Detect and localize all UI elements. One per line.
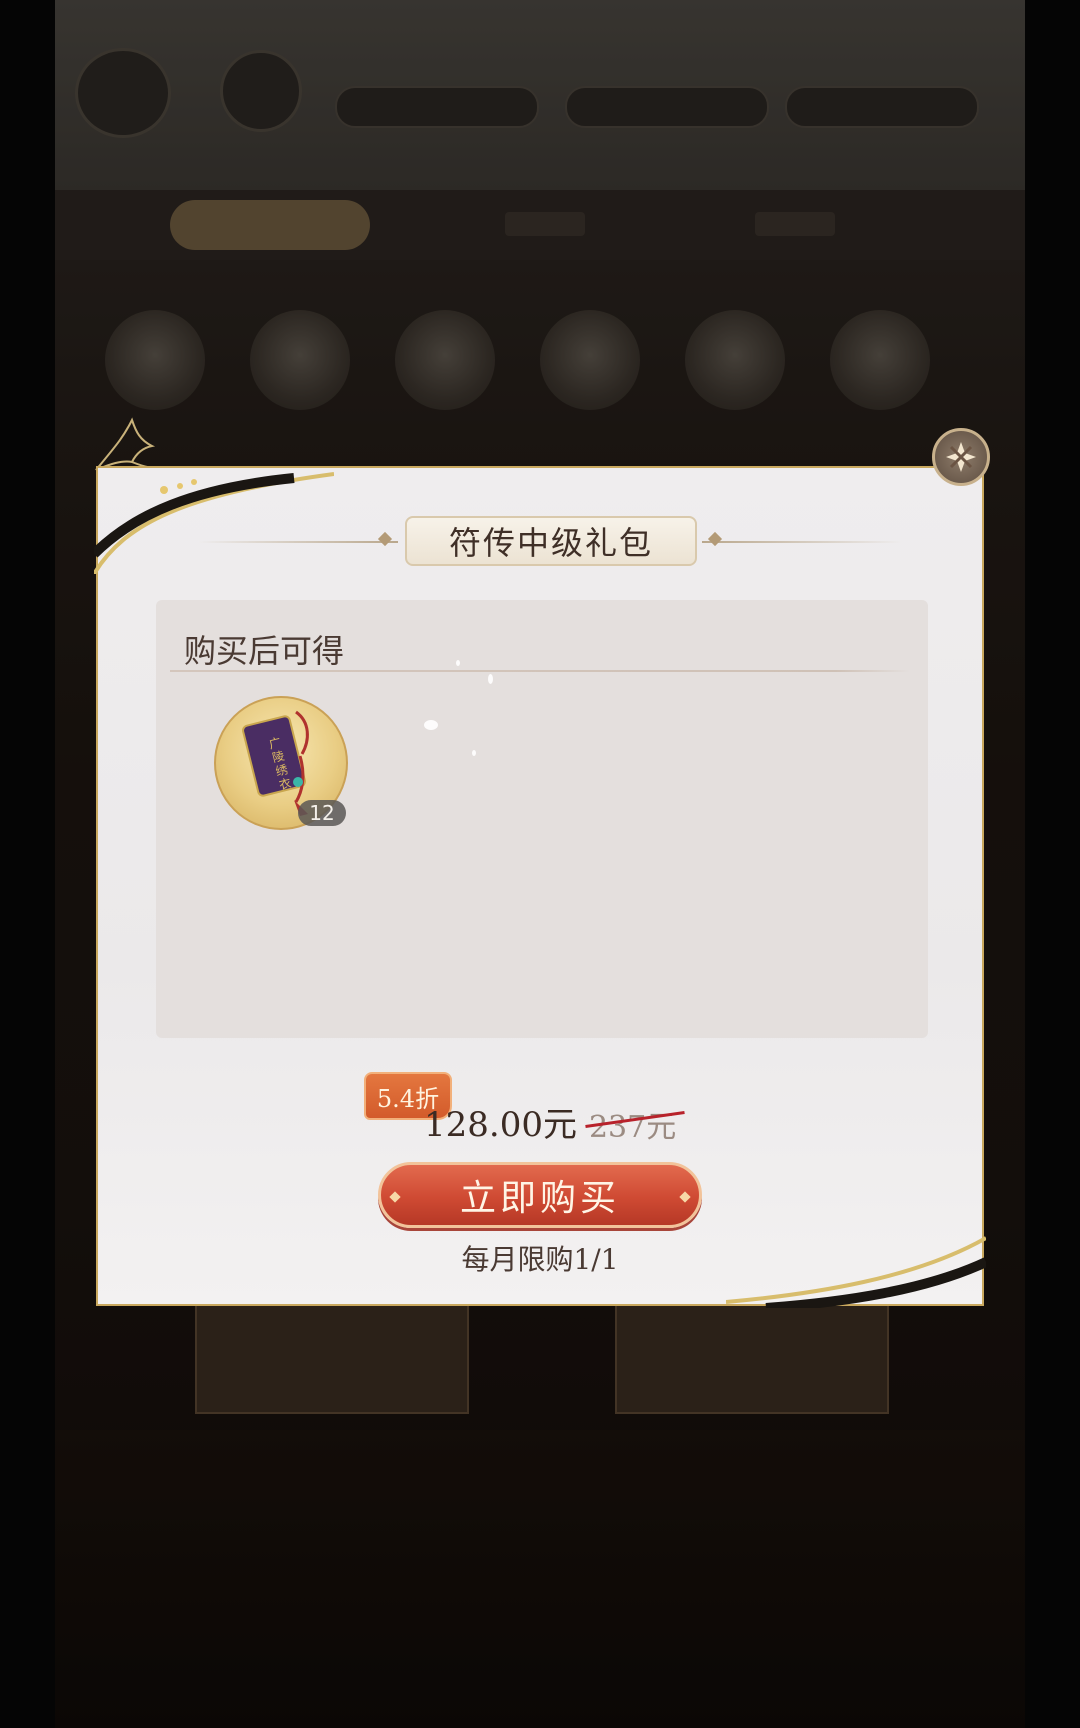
- sparkle-decoration: [456, 660, 460, 666]
- close-icon: [946, 442, 976, 472]
- dialog-title-area: 符传中级礼包: [98, 512, 982, 572]
- buy-now-button[interactable]: 立即购买: [378, 1162, 702, 1228]
- reward-heading: 购买后可得: [184, 632, 345, 670]
- gift-pack-dialog: 符传中级礼包 购买后可得 广 陵 绣 衣 12 5.4折 128.00元 237…: [94, 466, 986, 1308]
- item-count-badge: 12: [298, 800, 346, 826]
- sparkle-decoration: [424, 720, 438, 730]
- sparkle-decoration: [488, 674, 493, 684]
- price-row: 128.00元 237元: [424, 1102, 685, 1146]
- sparkle-decoration: [472, 750, 476, 756]
- screen: 符传中级礼包 购买后可得 广 陵 绣 衣 12 5.4折 128.00元 237…: [0, 0, 1080, 1728]
- reward-item[interactable]: 广 陵 绣 衣 12: [214, 696, 348, 830]
- close-button[interactable]: [932, 428, 990, 486]
- purchase-limit-text: 每月限购1/1: [461, 1243, 619, 1276]
- dialog-title: 符传中级礼包: [405, 516, 697, 566]
- reward-divider: [170, 670, 910, 672]
- title-diamond-icon: [707, 531, 723, 547]
- price-original: 237元: [585, 1102, 685, 1146]
- title-diamond-icon: [377, 531, 393, 547]
- buy-now-label: 立即购买: [459, 1178, 620, 1219]
- button-diamond-icon: [679, 1191, 691, 1203]
- reward-panel: 购买后可得 广 陵 绣 衣 12: [156, 600, 928, 1038]
- price-current: 128.00元: [424, 1105, 577, 1145]
- title-divider-left: [198, 541, 398, 543]
- title-divider-right: [702, 541, 902, 543]
- button-diamond-icon: [389, 1191, 401, 1203]
